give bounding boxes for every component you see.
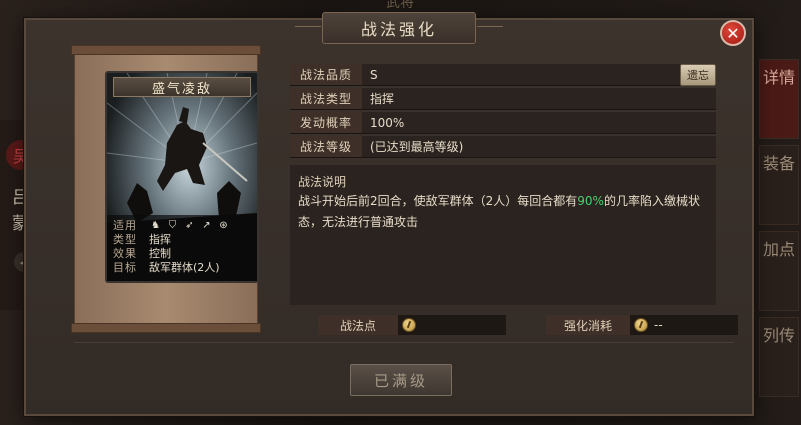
card-info: 适用 ♞ ⛉ ➶ ↗ ⊛ 类型 指挥 效果 控制 目标 敌军群体(2人): [107, 215, 257, 281]
attr-key: 战法品质: [290, 64, 362, 85]
coin-icon: [634, 318, 648, 332]
forget-button[interactable]: 遗忘: [680, 64, 716, 86]
tactic-points-value: [398, 315, 506, 335]
close-icon: ✕: [726, 23, 740, 43]
enhance-cost-row: 强化消耗 --: [546, 315, 738, 335]
tab-equipment[interactable]: 装备: [759, 145, 799, 225]
tactic-points-label: 战法点: [318, 315, 398, 335]
attr-key: 战法等级: [290, 136, 362, 157]
tab-points[interactable]: 加点: [759, 231, 799, 311]
card-row-value: 敌军群体(2人): [149, 261, 220, 274]
max-level-button[interactable]: 已满级: [350, 364, 452, 396]
shield-icon: ⛉: [168, 219, 177, 231]
close-button[interactable]: ✕: [720, 20, 746, 46]
card-row-effect: 效果 控制: [113, 246, 251, 260]
attr-row-type: 战法类型 指挥: [290, 88, 716, 110]
right-tabs: 详情 装备 加点 列传: [757, 55, 801, 415]
attr-row-level: 战法等级 (已达到最高等级): [290, 136, 716, 158]
tactic-points-row: 战法点: [318, 315, 506, 335]
dialog-title: 战法强化: [360, 20, 437, 39]
tactic-card-name: 盛气凌敌: [151, 81, 212, 97]
attr-row-quality: 战法品质 S: [290, 64, 716, 86]
attr-row-probability: 发动概率 100%: [290, 112, 716, 134]
enhance-cost-amount: --: [654, 318, 663, 332]
card-row-target: 目标 敌军群体(2人): [113, 260, 251, 274]
divider: [74, 342, 734, 343]
cavalry-icon: ♞: [151, 219, 160, 231]
spear-icon: ↗: [202, 219, 211, 231]
card-row-type: 类型 指挥: [113, 232, 251, 246]
tab-details[interactable]: 详情: [759, 59, 799, 139]
card-row-key: 目标: [113, 261, 137, 274]
tactic-card: 盛气凌敌 适用 ♞ ⛉ ➶ ↗ ⊛ 类型 指挥 效果 控制 目标 敌军群体(2人…: [105, 71, 259, 283]
attr-value: (已达到最高等级): [370, 140, 464, 154]
description-highlight: 90%: [577, 194, 604, 208]
attr-value: S: [370, 67, 378, 82]
unit-type-icons: ♞ ⛉ ➶ ↗ ⊛: [149, 220, 230, 231]
dialog-title-plate: 战法强化: [295, 12, 503, 44]
tab-biography[interactable]: 列传: [759, 317, 799, 397]
attr-key: 战法类型: [290, 88, 362, 109]
attr-value: 指挥: [370, 92, 395, 106]
bow-icon: ➶: [185, 219, 194, 231]
enhance-cost-label: 强化消耗: [546, 315, 630, 335]
card-name-plate: 盛气凌敌: [113, 77, 251, 97]
tactic-description: 战法说明 战斗开始后前2回合，使敌军群体（2人）每回合都有90%的几率陷入缴械状…: [290, 165, 716, 305]
description-text-before: 战斗开始后前2回合，使敌军群体（2人）每回合都有: [298, 194, 578, 208]
card-row-applicable: 适用 ♞ ⛉ ➶ ↗ ⊛: [113, 218, 251, 232]
vehicle-icon: ⊛: [219, 219, 228, 231]
coin-icon: [402, 318, 416, 332]
background-title: 武将: [386, 0, 414, 11]
description-label: 战法说明: [298, 175, 347, 189]
enhance-cost-value: --: [630, 315, 738, 335]
tactic-scroll: 盛气凌敌 适用 ♞ ⛉ ➶ ↗ ⊛ 类型 指挥 效果 控制 目标 敌军群体(2人…: [71, 45, 261, 333]
attr-key: 发动概率: [290, 112, 362, 133]
attr-value: 100%: [370, 115, 405, 130]
description-text: 战斗开始后前2回合，使敌军群体（2人）每回合都有90%的几率陷入缴械状态，无法进…: [298, 191, 706, 233]
